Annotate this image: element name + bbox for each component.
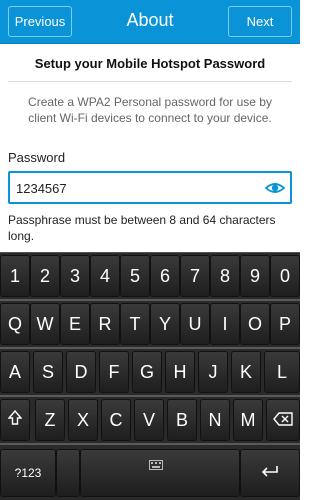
description-text: Create a WPA2 Personal password for use … bbox=[28, 95, 272, 125]
key-p[interactable]: P bbox=[270, 303, 300, 345]
shift-key[interactable] bbox=[0, 399, 30, 441]
key-q[interactable]: Q bbox=[0, 303, 30, 345]
key-y[interactable]: Y bbox=[150, 303, 180, 345]
symbols-key[interactable]: ?123 bbox=[0, 449, 56, 497]
key-s[interactable]: S bbox=[33, 351, 63, 393]
row-divider bbox=[0, 443, 300, 445]
key-3[interactable]: 3 bbox=[60, 255, 90, 297]
enter-key[interactable] bbox=[240, 449, 300, 497]
content-area: Setup your Mobile Hotspot Password Creat… bbox=[0, 44, 300, 252]
title-bar: Previous About Next bbox=[0, 0, 300, 44]
key-c[interactable]: C bbox=[101, 399, 131, 441]
spacer-key bbox=[56, 449, 80, 497]
key-x[interactable]: X bbox=[68, 399, 98, 441]
key-d[interactable]: D bbox=[66, 351, 96, 393]
previous-button[interactable]: Previous bbox=[8, 6, 72, 37]
key-m[interactable]: M bbox=[233, 399, 263, 441]
backspace-icon bbox=[273, 410, 293, 431]
key-5[interactable]: 5 bbox=[120, 255, 150, 297]
section-heading: Setup your Mobile Hotspot Password bbox=[34, 56, 266, 71]
key-v[interactable]: V bbox=[134, 399, 164, 441]
enter-icon bbox=[261, 463, 279, 484]
next-button[interactable]: Next bbox=[228, 6, 292, 37]
divider bbox=[8, 81, 292, 82]
key-o[interactable]: O bbox=[240, 303, 270, 345]
row-divider bbox=[0, 299, 300, 301]
key-9[interactable]: 9 bbox=[240, 255, 270, 297]
page-title: About bbox=[126, 10, 174, 30]
space-key[interactable] bbox=[80, 449, 240, 497]
eye-icon[interactable] bbox=[264, 178, 286, 198]
key-b[interactable]: B bbox=[167, 399, 197, 441]
key-0[interactable]: 0 bbox=[270, 255, 300, 297]
key-u[interactable]: U bbox=[180, 303, 210, 345]
key-e[interactable]: E bbox=[60, 303, 90, 345]
keyboard-icon bbox=[149, 454, 163, 475]
key-r[interactable]: R bbox=[90, 303, 120, 345]
virtual-keyboard: 1 2 3 4 5 6 7 8 9 0 Q W E R T Y U I O P … bbox=[0, 252, 300, 500]
key-h[interactable]: H bbox=[165, 351, 195, 393]
key-7[interactable]: 7 bbox=[180, 255, 210, 297]
backspace-key[interactable] bbox=[266, 399, 300, 441]
key-f[interactable]: F bbox=[99, 351, 129, 393]
key-z[interactable]: Z bbox=[35, 399, 65, 441]
password-label: Password bbox=[8, 150, 66, 165]
key-l[interactable]: L bbox=[264, 351, 300, 393]
row-divider bbox=[0, 395, 300, 397]
key-n[interactable]: N bbox=[200, 399, 230, 441]
key-2[interactable]: 2 bbox=[30, 255, 60, 297]
key-8[interactable]: 8 bbox=[210, 255, 240, 297]
password-field[interactable]: 1234567 bbox=[8, 171, 292, 204]
key-t[interactable]: T bbox=[120, 303, 150, 345]
key-g[interactable]: G bbox=[132, 351, 162, 393]
key-k[interactable]: K bbox=[231, 351, 261, 393]
passphrase-hint: Passphrase must be between 8 and 64 char… bbox=[8, 213, 276, 243]
key-4[interactable]: 4 bbox=[90, 255, 120, 297]
key-j[interactable]: J bbox=[198, 351, 228, 393]
screen: Previous About Next Setup your Mobile Ho… bbox=[0, 0, 300, 500]
key-a[interactable]: A bbox=[0, 351, 30, 393]
key-6[interactable]: 6 bbox=[150, 255, 180, 297]
password-value[interactable]: 1234567 bbox=[16, 181, 67, 196]
key-w[interactable]: W bbox=[30, 303, 60, 345]
key-i[interactable]: I bbox=[210, 303, 240, 345]
shift-icon bbox=[7, 409, 23, 431]
row-divider bbox=[0, 347, 300, 349]
key-1[interactable]: 1 bbox=[0, 255, 30, 297]
